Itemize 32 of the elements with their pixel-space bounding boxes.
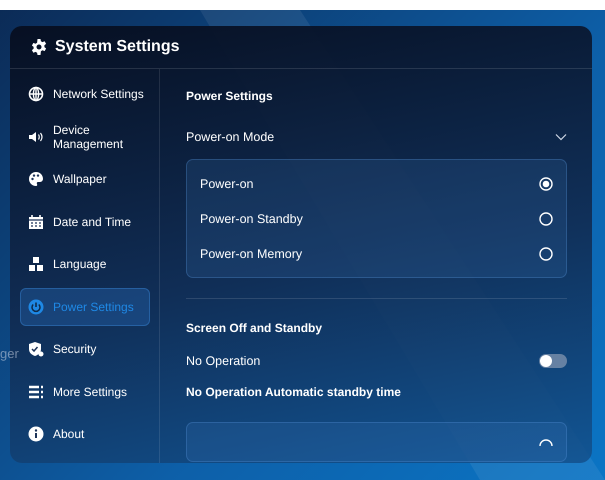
sidebar-item[interactable]: Date and Time (20, 202, 150, 241)
radio-button[interactable] (539, 246, 553, 260)
radio-button[interactable] (539, 176, 553, 190)
option-label: Power-on Memory (200, 246, 302, 260)
option-label: Power-on Standby (200, 212, 303, 226)
sidebar-item[interactable]: About (20, 415, 150, 454)
globe-icon (28, 86, 44, 102)
info-icon (28, 426, 44, 442)
toggle-switch[interactable] (539, 354, 567, 368)
sidebar-item[interactable]: Security (20, 330, 150, 368)
calendar-icon (28, 214, 44, 230)
sidebar-item[interactable]: Device Management (20, 118, 150, 156)
setting-label: No Operation (186, 354, 260, 368)
desktop-label: ger (0, 346, 19, 361)
option-label: Power-on (200, 176, 254, 190)
sidebar-item[interactable]: Network Settings (20, 75, 150, 114)
radio-button[interactable] (539, 212, 553, 226)
chevron-icon (555, 133, 567, 141)
palette-icon (28, 171, 44, 188)
dropdown[interactable]: Power-on Mode (186, 119, 567, 155)
section-title: Power Settings (186, 88, 274, 105)
settings-icon (31, 39, 47, 55)
section-title: No Operation Automatic standby time (186, 384, 402, 401)
shield-icon (28, 341, 44, 358)
sidebar-item[interactable]: Language (20, 245, 150, 284)
section-title: Screen Off and Standby (186, 320, 324, 337)
list-icon (28, 384, 44, 400)
radio-button[interactable] (539, 439, 553, 446)
sidebar-item[interactable]: Wallpaper (20, 160, 150, 198)
power-icon (28, 298, 44, 315)
window-title: System Settings (55, 38, 180, 56)
sidebar-item[interactable]: More Settings (20, 372, 150, 411)
